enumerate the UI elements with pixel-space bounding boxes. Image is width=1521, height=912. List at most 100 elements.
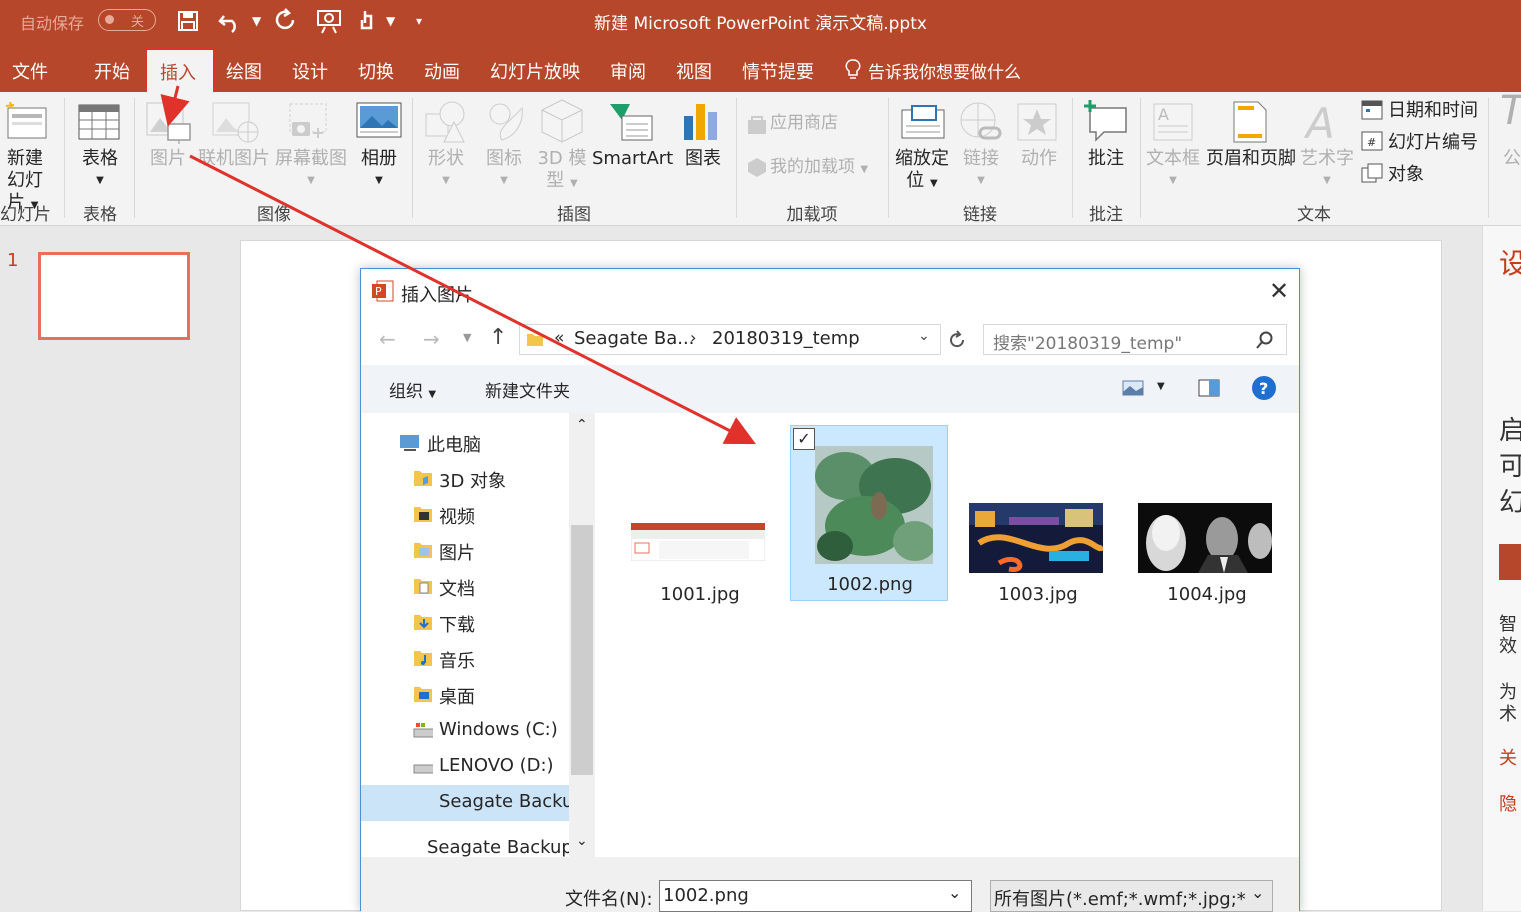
svg-text:#: # [1367, 136, 1376, 149]
object-button[interactable]: 对象 [1388, 164, 1424, 186]
smartart-button[interactable]: SmartArt [592, 148, 673, 170]
organize-button[interactable]: 组织 ▼ [389, 377, 436, 402]
checkbox-checked-icon[interactable]: ✓ [793, 428, 815, 450]
tab-animations[interactable]: 动画 [424, 58, 460, 84]
new-folder-button[interactable]: 新建文件夹 [485, 377, 570, 402]
designer-text: 可 [1499, 446, 1521, 483]
header-footer-button[interactable]: 页眉和页脚 [1202, 148, 1300, 170]
nav-item-documents[interactable]: 文档 [414, 575, 475, 601]
action-button[interactable]: 动作 [1010, 148, 1068, 170]
zoom-icon [901, 105, 945, 139]
tab-storyboard[interactable]: 情节提要 [742, 58, 814, 84]
wordart-button[interactable]: 艺术字 ▼ [1298, 148, 1356, 192]
address-bar[interactable]: « Seagate Ba... › 20180319_temp ⌄ [519, 324, 941, 355]
slide-thumbnail[interactable] [38, 252, 190, 340]
nav-item-downloads[interactable]: 下载 [414, 611, 475, 637]
nav-item-drive-d[interactable]: LENOVO (D:) [413, 755, 554, 776]
icons-button[interactable]: 图标 ▼ [476, 148, 532, 192]
3d-model-button[interactable]: 3D 模型 ▼ [532, 148, 592, 195]
filetype-select[interactable]: 所有图片(*.emf;*.wmf;*.jpg;*.jpeg ⌄ [990, 880, 1273, 912]
textbox-icon: A [1153, 103, 1193, 141]
tell-me-box[interactable]: 告诉我你想要做什么 [868, 58, 1021, 83]
refresh-icon[interactable] [946, 329, 968, 351]
table-button[interactable]: 表格 ▼ [70, 148, 130, 192]
nav-scrollbar-thumb[interactable] [571, 525, 593, 775]
file-item[interactable]: 1004.jpg [1128, 429, 1286, 605]
filename-input[interactable]: 1002.png ⌄ [659, 880, 972, 912]
comment-button[interactable]: 批注 [1076, 148, 1136, 170]
nav-item-seagate-backup[interactable]: Seagate Backup [439, 791, 569, 812]
symbols-icon[interactable]: T [1500, 91, 1521, 131]
designer-text: 幻 [1499, 482, 1521, 519]
date-time-button[interactable]: 日期和时间 [1388, 100, 1478, 122]
tab-insert[interactable]: 插入 [145, 48, 215, 92]
store-button[interactable]: 应用商店 [770, 112, 838, 134]
nav-item-this-pc[interactable]: 此电脑 [400, 431, 481, 457]
filename-dropdown-icon[interactable]: ⌄ [948, 883, 961, 902]
preview-pane-icon[interactable] [1197, 378, 1221, 398]
tab-review[interactable]: 审阅 [610, 58, 646, 84]
help-icon[interactable]: ? [1251, 375, 1277, 401]
path-segment[interactable]: Seagate Ba... [574, 328, 694, 349]
search-input[interactable]: 搜索"20180319_temp" [983, 324, 1287, 355]
designer-link[interactable]: 隐 [1499, 790, 1517, 816]
slide-number-button[interactable]: 幻灯片编号 [1388, 132, 1478, 154]
photo-album-button[interactable]: 相册 ▼ [350, 148, 408, 192]
tab-design[interactable]: 设计 [292, 58, 328, 84]
wordart-icon: A [1304, 100, 1335, 144]
nav-item-seagate-backup-2[interactable]: Seagate Backup [427, 837, 569, 857]
picture-button[interactable]: 图片 [140, 148, 196, 170]
tab-view[interactable]: 视图 [676, 58, 712, 84]
tab-home[interactable]: 开始 [94, 58, 130, 84]
drive-icon [413, 764, 433, 774]
tab-slideshow[interactable]: 幻灯片放映 [490, 58, 580, 84]
scroll-up-icon[interactable]: ⌃ [576, 417, 588, 433]
3d-model-icon [541, 99, 583, 143]
address-dropdown-icon[interactable]: ⌄ [918, 328, 930, 344]
filetype-dropdown-icon[interactable]: ⌄ [1251, 883, 1264, 902]
nav-item-pictures[interactable]: 图片 [414, 539, 475, 565]
view-dropdown-icon[interactable]: ▼ [1157, 381, 1165, 392]
view-options-icon[interactable] [1121, 378, 1145, 398]
file-item[interactable]: 1003.jpg [959, 429, 1117, 605]
equation-partial-label[interactable]: 公 [1503, 148, 1521, 170]
online-picture-button[interactable]: 联机图片 [196, 148, 272, 170]
nav-item-music[interactable]: 音乐 [414, 647, 475, 673]
tab-draw[interactable]: 绘图 [226, 58, 262, 84]
folder-icon [414, 543, 432, 558]
recent-locations-icon[interactable]: ▼ [463, 331, 471, 344]
forward-icon[interactable]: → [423, 327, 440, 351]
icons-icon [489, 103, 523, 141]
up-icon[interactable]: ↑ [489, 325, 507, 350]
scroll-down-icon[interactable]: ⌄ [576, 833, 588, 849]
file-item[interactable]: 1001.jpg [621, 429, 779, 605]
nav-item-videos[interactable]: 视频 [414, 503, 475, 529]
group-links-label: 链接 [963, 205, 997, 225]
tab-transitions[interactable]: 切换 [358, 58, 394, 84]
my-addins-button[interactable]: 我的加载项 ▼ [770, 156, 868, 181]
group-comments-label: 批注 [1089, 205, 1123, 225]
ribbon: 新建 幻灯片 ▼ 幻灯片 表格 ▼ 表格 图片 联机图片 屏幕截图 ▼ 相册 ▼ 图像 … [0, 91, 1521, 226]
file-thumbnail [631, 523, 765, 561]
file-item-selected[interactable]: ✓ 1002.png [790, 425, 948, 601]
group-images-label: 图像 [257, 205, 291, 225]
nav-item-drive-c[interactable]: Windows (C:) [413, 719, 558, 740]
designer-button[interactable] [1499, 544, 1521, 580]
textbox-button[interactable]: 文本框 ▼ [1144, 148, 1202, 192]
path-overflow[interactable]: « [554, 328, 564, 348]
path-segment[interactable]: 20180319_temp [712, 328, 860, 349]
tab-file[interactable]: 文件 [12, 58, 48, 84]
chart-button[interactable]: 图表 [676, 148, 730, 170]
nav-item-3d-objects[interactable]: 3D 对象 [414, 467, 506, 493]
filetype-value: 所有图片(*.emf;*.wmf;*.jpg;*.jpeg [994, 889, 1246, 910]
back-icon[interactable]: ← [379, 327, 396, 351]
screenshot-button[interactable]: 屏幕截图 ▼ [272, 148, 350, 192]
svg-text:?: ? [1259, 379, 1268, 398]
shapes-button[interactable]: 形状 ▼ [418, 148, 474, 192]
designer-title: 设 [1499, 242, 1521, 282]
designer-link[interactable]: 关 [1499, 744, 1517, 770]
nav-item-desktop[interactable]: 桌面 [414, 683, 475, 709]
close-icon[interactable]: ✕ [1269, 277, 1289, 305]
link-button[interactable]: 链接 ▼ [952, 148, 1010, 192]
zoom-button[interactable]: 缩放定位 ▼ [892, 148, 952, 195]
